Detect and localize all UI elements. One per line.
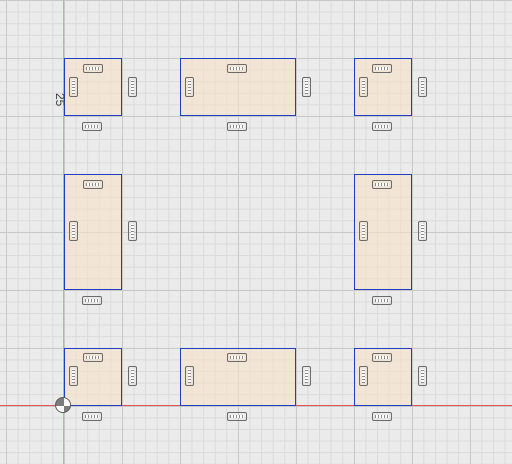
vertical-constraint-icon[interactable]: [302, 366, 311, 386]
vertical-constraint-icon[interactable]: [418, 221, 427, 241]
horizontal-constraint-icon[interactable]: [82, 122, 102, 131]
design-canvas[interactable]: 25: [0, 0, 512, 464]
origin-icon[interactable]: [55, 397, 71, 413]
vertical-constraint-icon[interactable]: [69, 366, 78, 386]
origin-quadrant: [64, 398, 70, 406]
vertical-constraint-icon[interactable]: [302, 77, 311, 97]
horizontal-constraint-icon[interactable]: [227, 353, 247, 362]
horizontal-constraint-icon[interactable]: [83, 180, 103, 189]
horizontal-constraint-icon[interactable]: [227, 64, 247, 73]
horizontal-constraint-icon[interactable]: [83, 64, 103, 73]
vertical-constraint-icon[interactable]: [418, 366, 427, 386]
horizontal-constraint-icon[interactable]: [372, 296, 392, 305]
dimension-label[interactable]: 25: [53, 93, 67, 106]
vertical-constraint-icon[interactable]: [359, 77, 368, 97]
vertical-constraint-icon[interactable]: [185, 77, 194, 97]
horizontal-constraint-icon[interactable]: [372, 353, 392, 362]
vertical-constraint-icon[interactable]: [128, 366, 137, 386]
horizontal-constraint-icon[interactable]: [83, 353, 103, 362]
vertical-constraint-icon[interactable]: [359, 366, 368, 386]
vertical-constraint-icon[interactable]: [128, 221, 137, 241]
vertical-constraint-icon[interactable]: [69, 221, 78, 241]
vertical-constraint-icon[interactable]: [359, 221, 368, 241]
horizontal-constraint-icon[interactable]: [82, 296, 102, 305]
origin-quadrant: [56, 406, 64, 412]
vertical-constraint-icon[interactable]: [69, 77, 78, 97]
horizontal-constraint-icon[interactable]: [227, 122, 247, 131]
horizontal-constraint-icon[interactable]: [372, 180, 392, 189]
horizontal-constraint-icon[interactable]: [372, 122, 392, 131]
horizontal-constraint-icon[interactable]: [372, 412, 392, 421]
horizontal-constraint-icon[interactable]: [82, 412, 102, 421]
horizontal-constraint-icon[interactable]: [227, 412, 247, 421]
vertical-constraint-icon[interactable]: [185, 366, 194, 386]
vertical-constraint-icon[interactable]: [418, 77, 427, 97]
vertical-constraint-icon[interactable]: [128, 77, 137, 97]
horizontal-constraint-icon[interactable]: [372, 64, 392, 73]
